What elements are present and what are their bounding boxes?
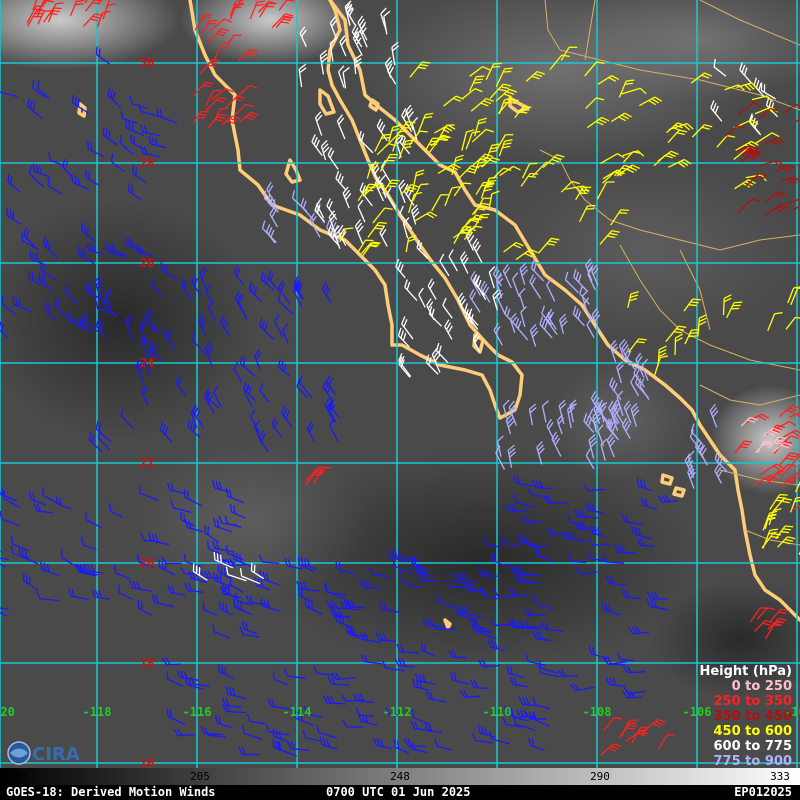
colorbar-tick-label: 290: [590, 770, 610, 783]
latitude-label: 24: [140, 356, 154, 370]
legend-title: Height (hPa): [699, 664, 792, 679]
latitude-label: 16: [140, 756, 154, 768]
colorbar-tick-label: 205: [190, 770, 210, 783]
coastline-segment: [443, 618, 452, 630]
status-bar: GOES-18: Derived Motion Winds 0700 UTC 0…: [0, 785, 800, 800]
legend-item: 250 to 350: [714, 694, 792, 709]
latitude-label: 30: [140, 56, 154, 70]
satellite-wind-product: 30 28 26 24 22 20 18 16 120 -118 -116 -114 -112 -110…: [0, 0, 800, 800]
longitude-label: 120: [0, 705, 15, 719]
latitude-label: 26: [140, 256, 154, 270]
colorbar-tick-label: 248: [390, 770, 410, 783]
logo-text: CIRA: [32, 744, 80, 765]
legend-item: 350 to 450: [714, 709, 792, 724]
longitude-label: -114: [283, 705, 312, 719]
latitude-label: 18: [140, 656, 154, 670]
colorbar-tick-label: 333: [770, 770, 790, 783]
longitude-label: -116: [183, 705, 212, 719]
product-title: GOES-18: Derived Motion Winds: [6, 785, 216, 799]
legend-item: 450 to 600: [714, 724, 792, 739]
longitude-label: -106: [683, 705, 712, 719]
cira-logo: CIRA: [7, 741, 80, 765]
storm-id: EP012025: [734, 785, 792, 799]
legend-item: 0 to 250: [732, 679, 792, 694]
longitude-label: -110: [483, 705, 512, 719]
longitude-label: -118: [83, 705, 112, 719]
latitude-label: 22: [140, 456, 154, 470]
temperature-colorbar: 163 205 248 290 333: [0, 768, 800, 785]
legend-item: 600 to 775: [714, 739, 792, 754]
colorbar-tick-label: 163: [8, 770, 28, 783]
latitude-label: 20: [140, 556, 154, 570]
legend-item: 775 to 900: [714, 754, 792, 768]
longitude-label: -112: [383, 705, 412, 719]
longitude-label: -108: [583, 705, 612, 719]
latitude-label: 28: [140, 156, 154, 170]
satellite-map: 30 28 26 24 22 20 18 16 120 -118 -116 -114 -112 -110…: [0, 0, 800, 768]
timestamp: 0700 UTC 01 Jun 2025: [326, 785, 471, 799]
